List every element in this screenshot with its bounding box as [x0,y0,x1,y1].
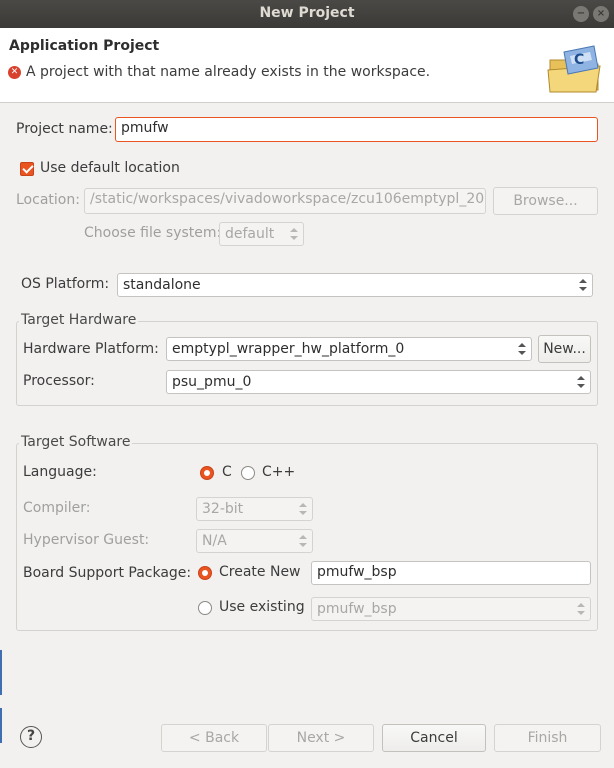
bsp-existing-select: pmufw_bsp [311,597,591,621]
finish-button: Finish [494,724,601,752]
os-platform-label: OS Platform: [21,276,110,292]
new-hardware-button[interactable]: New... [538,335,591,363]
processor-select[interactable]: psu_pmu_0 [166,370,591,394]
bsp-create-new-label: Create New [219,564,301,580]
spinner-arrows-icon [577,375,585,389]
compiler-value: 32-bit [202,501,244,517]
title-bar: New Project − × [0,0,614,28]
bsp-use-existing-radio[interactable] [198,601,212,615]
hypervisor-guest-label: Hypervisor Guest: [23,532,150,548]
language-cpp-label: C++ [262,464,296,480]
back-button: < Back [161,724,267,752]
error-message-text: A project with that name already exists … [26,64,431,80]
hardware-platform-select[interactable]: emptypl_wrapper_hw_platform_0 [166,337,532,361]
hardware-platform-label: Hardware Platform: [23,341,159,357]
language-c-label: C [222,464,232,480]
location-label: Location: [16,192,80,208]
hypervisor-guest-select: N/A [196,529,313,553]
file-system-value: default [225,226,275,242]
compiler-select: 32-bit [196,497,313,521]
browse-button: Browse... [493,187,598,215]
spinner-arrows-icon [577,602,585,616]
spinner-arrows-icon [579,278,587,292]
language-c-radio[interactable] [200,466,214,480]
spinner-arrows-icon [299,534,307,548]
c-project-folder-icon: C [547,45,601,93]
spinner-arrows-icon [518,342,526,356]
language-label: Language: [23,464,97,480]
project-name-input[interactable]: pmufw [115,117,598,142]
bsp-label: Board Support Package: [23,565,192,581]
help-icon[interactable]: ? [20,726,42,748]
project-name-label: Project name: [16,121,113,137]
wizard-banner: Application Project ✕ A project with tha… [0,28,614,103]
processor-label: Processor: [23,373,95,389]
window-title: New Project [259,5,355,21]
bsp-create-new-radio[interactable] [198,566,212,580]
error-icon: ✕ [8,65,21,79]
language-cpp-radio[interactable] [241,466,255,480]
target-hardware-title: Target Hardware [19,312,139,328]
os-platform-select[interactable]: standalone [117,273,593,297]
next-button: Next > [268,724,374,752]
use-default-location-label: Use default location [40,160,180,176]
bsp-existing-value: pmufw_bsp [317,601,397,617]
spinner-arrows-icon [290,227,298,241]
minimize-icon[interactable]: − [573,6,589,22]
cancel-button[interactable]: Cancel [382,724,486,752]
hypervisor-guest-value: N/A [202,533,227,549]
spinner-arrows-icon [299,502,307,516]
svg-text:C: C [574,52,584,68]
close-icon[interactable]: × [593,6,609,22]
bsp-name-input[interactable]: pmufw_bsp [311,561,591,585]
processor-value: psu_pmu_0 [172,374,252,390]
window-edge [0,650,2,695]
location-input: /static/workspaces/vivadoworkspace/zcu10… [84,188,486,214]
banner-title: Application Project [9,38,160,54]
window-edge [0,708,2,743]
hardware-platform-value: emptypl_wrapper_hw_platform_0 [172,341,405,357]
file-system-label: Choose file system: [84,225,222,241]
file-system-select: default [219,222,304,246]
target-software-title: Target Software [19,434,133,450]
compiler-label: Compiler: [23,500,91,516]
error-message: ✕ A project with that name already exist… [8,64,430,80]
bsp-use-existing-label: Use existing [219,599,305,615]
os-platform-value: standalone [123,277,201,293]
use-default-location-checkbox[interactable] [20,162,34,176]
